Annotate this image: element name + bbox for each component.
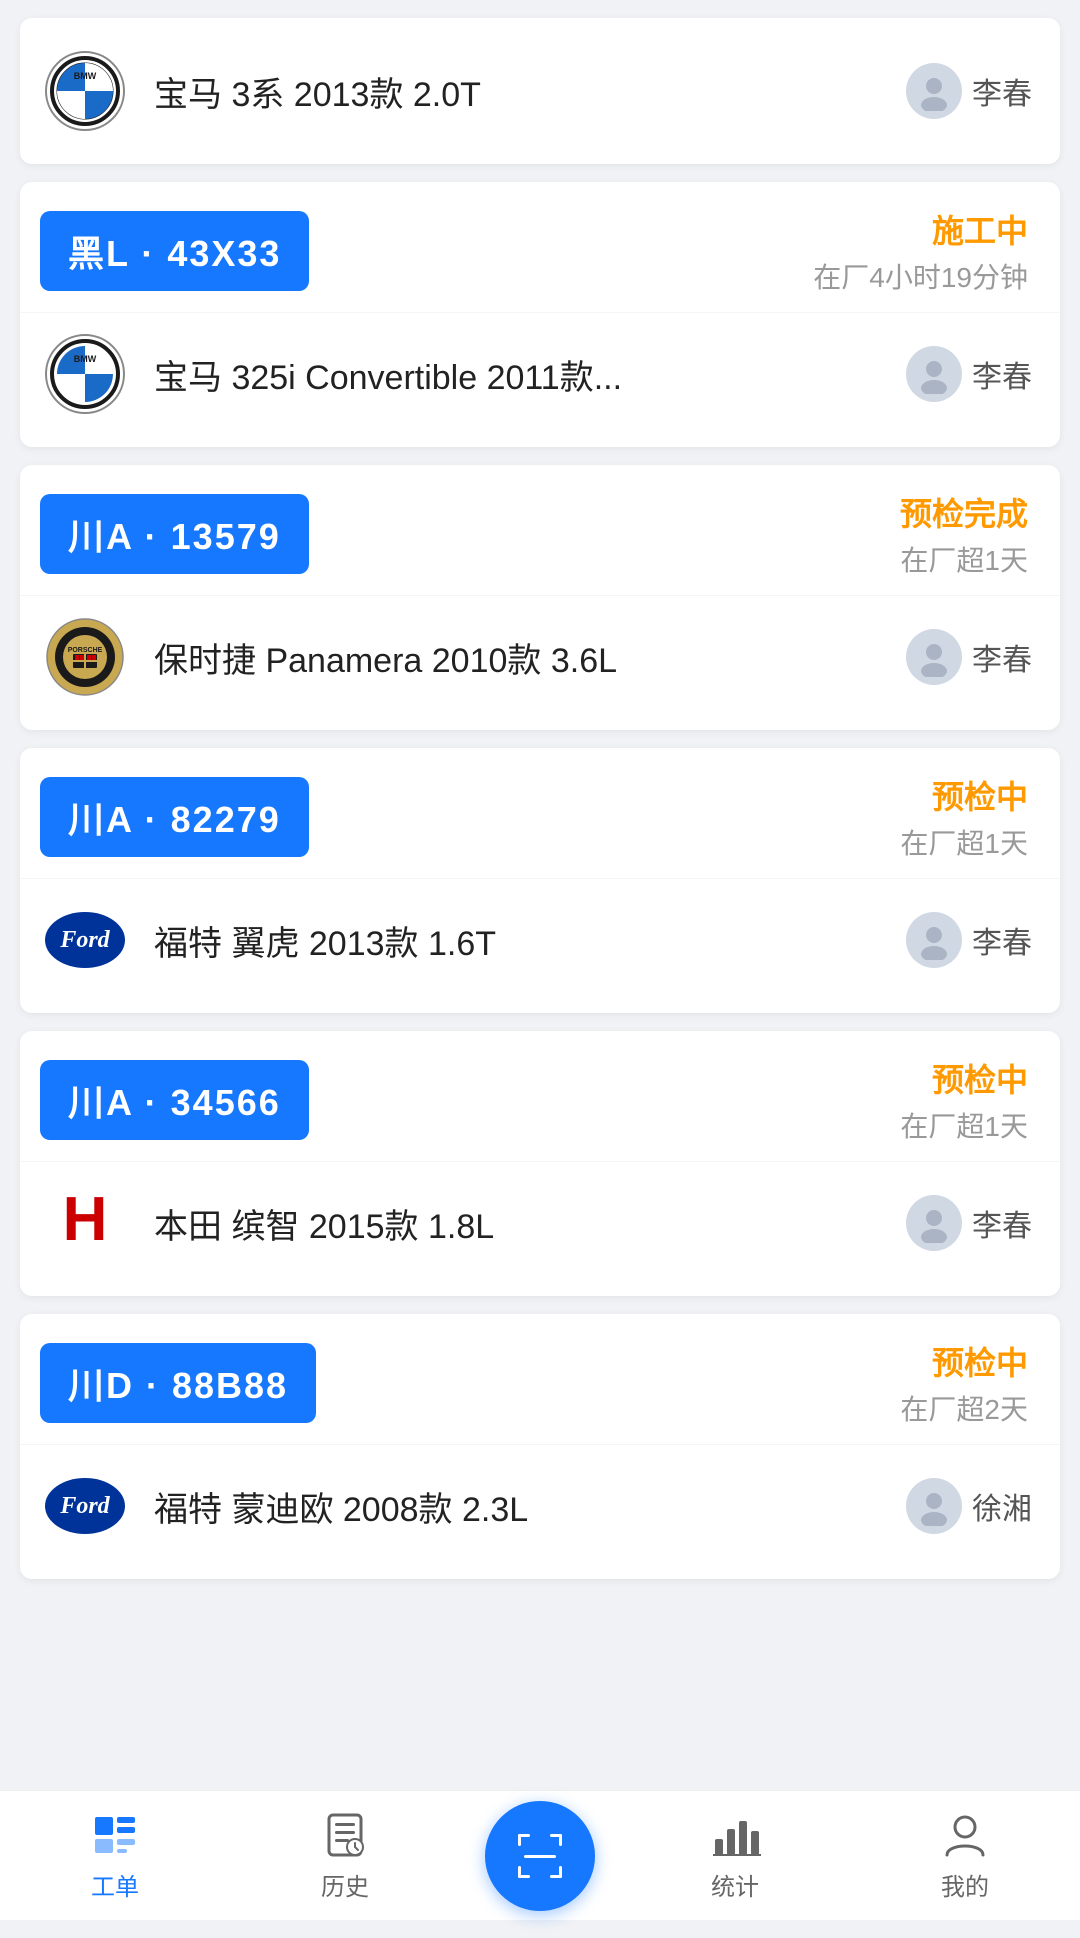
- tech-name-5: 徐湘: [972, 1484, 1032, 1528]
- plate-badge-3: 川A · 82279: [40, 777, 309, 857]
- nav-item-mine[interactable]: 我的: [875, 1809, 1055, 1902]
- svg-text:PORSCHE: PORSCHE: [68, 647, 103, 654]
- avatar-3: [906, 912, 962, 968]
- status-area-5: 预检中 在厂超2天: [900, 1338, 1028, 1428]
- time-text-3: 在厂超1天: [900, 822, 1028, 862]
- time-text-4: 在厂超1天: [900, 1105, 1028, 1145]
- nav-item-history[interactable]: 历史: [255, 1809, 435, 1902]
- status-area-4: 预检中 在厂超1天: [900, 1055, 1028, 1145]
- technician-1: 李春: [906, 346, 1032, 402]
- workorder-icon: [89, 1809, 141, 1861]
- car-name-4: 本田 缤智 2015款 1.8L: [154, 1199, 906, 1248]
- car-name-5: 福特 蒙迪欧 2008款 2.3L: [154, 1482, 906, 1531]
- car-logo-4: H: [40, 1178, 130, 1268]
- bottom-navigation: 工单 历史: [0, 1790, 1080, 1920]
- card-header-3: 川A · 82279 预检中 在厂超1天: [20, 748, 1060, 878]
- history-icon: [319, 1809, 371, 1861]
- status-area-3: 预检中 在厂超1天: [900, 772, 1028, 862]
- car-card-2[interactable]: 川A · 13579 预检完成 在厂超1天 PORSCHE 保时捷 Paname…: [20, 465, 1060, 730]
- svg-text:Ford: Ford: [59, 927, 110, 953]
- tech-name-4: 李春: [972, 1201, 1032, 1245]
- car-name-0: 宝马 3系 2013款 2.0T: [154, 67, 906, 116]
- nav-label-mine: 我的: [941, 1867, 989, 1902]
- avatar-0: [906, 63, 962, 119]
- car-logo-2: PORSCHE: [40, 612, 130, 702]
- car-logo-1: BMW: [40, 329, 130, 419]
- card-bottom-3: Ford 福特 翼虎 2013款 1.6T 李春: [20, 878, 1060, 1013]
- avatar-1: [906, 346, 962, 402]
- plate-badge-4: 川A · 34566: [40, 1060, 309, 1140]
- tech-name-1: 李春: [972, 352, 1032, 396]
- stats-icon: [709, 1809, 761, 1861]
- status-text-3: 预检中: [900, 772, 1028, 818]
- car-card-1[interactable]: 黑L · 43X33 施工中 在厂4小时19分钟 BMW 宝马 325i Con…: [20, 182, 1060, 447]
- scan-icon: [510, 1826, 570, 1886]
- tech-name-0: 李春: [972, 69, 1032, 113]
- card-bottom-5: Ford 福特 蒙迪欧 2008款 2.3L 徐湘: [20, 1444, 1060, 1579]
- nav-label-history: 历史: [321, 1867, 369, 1902]
- nav-item-workorder[interactable]: 工单: [25, 1809, 205, 1902]
- technician-3: 李春: [906, 912, 1032, 968]
- card-bottom-4: H 本田 缤智 2015款 1.8L 李春: [20, 1161, 1060, 1296]
- car-name-2: 保时捷 Panamera 2010款 3.6L: [154, 633, 906, 682]
- plate-badge-2: 川A · 13579: [40, 494, 309, 574]
- status-area-2: 预检完成 在厂超1天: [900, 489, 1028, 579]
- card-header-5: 川D · 88B88 预检中 在厂超2天: [20, 1314, 1060, 1444]
- plate-badge-5: 川D · 88B88: [40, 1343, 316, 1423]
- card-bottom-1: BMW 宝马 325i Convertible 2011款... 李春: [20, 312, 1060, 447]
- mine-icon: [939, 1809, 991, 1861]
- car-logo-5: Ford: [40, 1461, 130, 1551]
- technician-0: 李春: [906, 63, 1032, 119]
- status-text-4: 预检中: [900, 1055, 1028, 1101]
- nav-label-workorder: 工单: [91, 1867, 139, 1902]
- card-bottom-2: PORSCHE 保时捷 Panamera 2010款 3.6L 李春: [20, 595, 1060, 730]
- car-logo-3: Ford: [40, 895, 130, 985]
- status-area-1: 施工中 在厂4小时19分钟: [813, 206, 1028, 296]
- car-name-3: 福特 翼虎 2013款 1.6T: [154, 916, 906, 965]
- car-logo-bmw: BMW: [40, 46, 130, 136]
- svg-text:H: H: [63, 1185, 108, 1254]
- tech-name-3: 李春: [972, 918, 1032, 962]
- tech-name-2: 李春: [972, 635, 1032, 679]
- status-text-2: 预检完成: [900, 489, 1028, 535]
- card-header-1: 黑L · 43X33 施工中 在厂4小时19分钟: [20, 182, 1060, 312]
- car-card-5[interactable]: 川D · 88B88 预检中 在厂超2天 Ford 福特 蒙迪欧 2008款 2…: [20, 1314, 1060, 1579]
- technician-2: 李春: [906, 629, 1032, 685]
- car-name-1: 宝马 325i Convertible 2011款...: [154, 350, 906, 399]
- avatar-4: [906, 1195, 962, 1251]
- nav-label-stats: 统计: [711, 1867, 759, 1902]
- status-text-5: 预检中: [900, 1338, 1028, 1384]
- car-card-0[interactable]: BMW 宝马 3系 2013款 2.0T 李春: [20, 18, 1060, 164]
- car-card-3[interactable]: 川A · 82279 预检中 在厂超1天 Ford 福特 翼虎 2013款 1.…: [20, 748, 1060, 1013]
- svg-text:Ford: Ford: [59, 1493, 110, 1519]
- technician-5: 徐湘: [906, 1478, 1032, 1534]
- status-text-1: 施工中: [813, 206, 1028, 252]
- time-text-2: 在厂超1天: [900, 539, 1028, 579]
- svg-text:BMW: BMW: [74, 71, 97, 81]
- avatar-5: [906, 1478, 962, 1534]
- card-header-4: 川A · 34566 预检中 在厂超1天: [20, 1031, 1060, 1161]
- nav-scan-button[interactable]: [485, 1801, 595, 1911]
- nav-item-stats[interactable]: 统计: [645, 1809, 825, 1902]
- time-text-5: 在厂超2天: [900, 1388, 1028, 1428]
- card-header-2: 川A · 13579 预检完成 在厂超1天: [20, 465, 1060, 595]
- svg-text:BMW: BMW: [74, 354, 97, 364]
- plate-badge-1: 黑L · 43X33: [40, 211, 309, 291]
- avatar-2: [906, 629, 962, 685]
- technician-4: 李春: [906, 1195, 1032, 1251]
- car-card-4[interactable]: 川A · 34566 预检中 在厂超1天 H 本田 缤智 2015款 1.8L …: [20, 1031, 1060, 1296]
- time-text-1: 在厂4小时19分钟: [813, 256, 1028, 296]
